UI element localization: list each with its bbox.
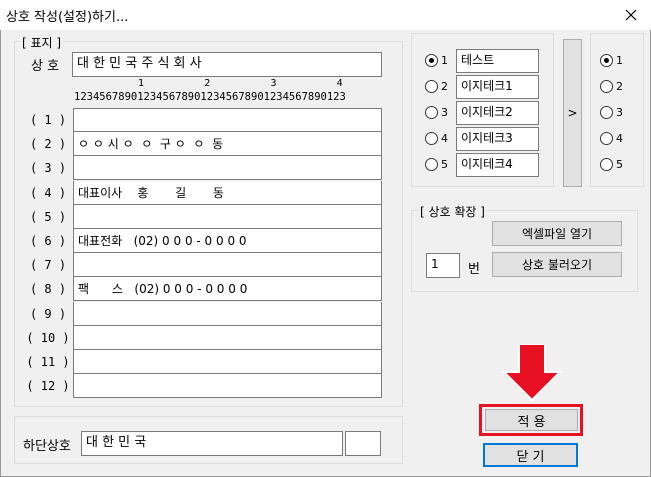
row-input-11[interactable] <box>73 350 382 374</box>
close-icon <box>625 9 637 21</box>
target-radio-4[interactable] <box>600 131 613 145</box>
row-input-1[interactable] <box>73 108 382 132</box>
preset-radio-4[interactable] <box>425 131 438 145</box>
preset-option-4[interactable]: 4 <box>425 128 448 148</box>
preset-name-field-1[interactable]: 테스트 <box>456 49 539 73</box>
target-number: 4 <box>616 131 623 145</box>
bottom-company-extra-field[interactable] <box>345 431 381 456</box>
bottom-company-field[interactable]: 대 한 민 국 <box>81 431 343 456</box>
row-label-9: ( 9 ) <box>29 307 67 321</box>
preset-radio-2[interactable] <box>425 79 438 93</box>
preset-name-field-5[interactable]: 이지테크4 <box>456 153 539 177</box>
target-number: 2 <box>616 79 623 93</box>
row-input-4[interactable]: 대표이사 홍 길 동 <box>73 181 382 205</box>
target-option-1[interactable]: 1 <box>600 50 623 70</box>
preset-radio-1[interactable] <box>425 53 438 67</box>
open-excel-button[interactable]: 엑셀파일 열기 <box>492 221 622 246</box>
preset-option-3[interactable]: 3 <box>425 102 448 122</box>
row-input-8[interactable]: 팩 스 (02) 0 0 0 - 0 0 0 0 <box>73 277 382 301</box>
load-company-button[interactable]: 상호 불러오기 <box>492 252 622 277</box>
row-input-3[interactable] <box>73 156 382 180</box>
preset-option-1[interactable]: 1 <box>425 50 448 70</box>
header-group-legend: [ 표지 ] <box>20 34 64 51</box>
target-number: 1 <box>616 53 623 67</box>
preset-option-2[interactable]: 2 <box>425 76 448 96</box>
target-option-3[interactable]: 3 <box>600 102 623 122</box>
preset-number: 1 <box>441 53 448 67</box>
window-title: 상호 작성(설정)하기... <box>6 10 129 25</box>
target-radio-1[interactable] <box>600 53 613 67</box>
target-radio-5[interactable] <box>600 157 613 171</box>
dialog-body: [ 표지 ] 상 호 대 한 민 국 주 식 회 사 1 2 3 4 12345… <box>0 30 651 477</box>
close-button[interactable]: 닫 기 <box>483 443 578 467</box>
target-number: 3 <box>616 105 623 119</box>
row-label-10: ( 10 ) <box>26 331 70 345</box>
copy-preset-arrow-button[interactable]: > <box>563 39 582 187</box>
target-radio-2[interactable] <box>600 79 613 93</box>
target-option-4[interactable]: 4 <box>600 128 623 148</box>
preset-number: 3 <box>441 105 448 119</box>
preset-option-5[interactable]: 5 <box>425 154 448 174</box>
row-label-6: ( 6 ) <box>29 234 67 248</box>
preset-name-field-4[interactable]: 이지테크3 <box>456 127 539 151</box>
target-option-5[interactable]: 5 <box>600 154 623 174</box>
apply-button[interactable]: 적 용 <box>485 409 578 431</box>
row-label-4: ( 4 ) <box>29 186 67 200</box>
company-label: 상 호 <box>31 59 60 74</box>
row-label-3: ( 3 ) <box>29 161 67 175</box>
column-ruler-tens: 1 2 3 4 <box>138 78 343 89</box>
number-suffix-label: 번 <box>468 262 480 277</box>
row-label-11: ( 11 ) <box>26 355 70 369</box>
preset-number: 2 <box>441 79 448 93</box>
extension-group-legend: [ 상호 확장 ] <box>418 203 487 220</box>
row-label-7: ( 7 ) <box>29 258 67 272</box>
row-input-5[interactable] <box>73 205 382 229</box>
row-input-9[interactable] <box>73 302 382 326</box>
row-label-5: ( 5 ) <box>29 210 67 224</box>
row-label-12: ( 12 ) <box>26 379 70 393</box>
row-label-8: ( 8 ) <box>29 282 67 296</box>
down-arrow-indicator-icon <box>502 344 562 402</box>
preset-number: 5 <box>441 157 448 171</box>
row-input-10[interactable] <box>73 326 382 350</box>
preset-name-field-2[interactable]: 이지테크1 <box>456 75 539 99</box>
row-label-1: ( 1 ) <box>29 113 67 127</box>
company-name-field[interactable]: 대 한 민 국 주 식 회 사 <box>72 52 382 77</box>
title-bar: 상호 작성(설정)하기... <box>0 0 651 30</box>
preset-number-field[interactable]: 1 <box>426 253 460 278</box>
window-close-button[interactable] <box>611 0 651 30</box>
row-input-6[interactable]: 대표전화 (02) 0 0 0 - 0 0 0 0 <box>73 229 382 253</box>
preset-radio-5[interactable] <box>425 157 438 171</box>
bottom-company-label: 하단상호 <box>23 439 71 454</box>
target-number: 5 <box>616 157 623 171</box>
row-input-12[interactable] <box>73 374 382 398</box>
target-option-2[interactable]: 2 <box>600 76 623 96</box>
target-radio-3[interactable] <box>600 105 613 119</box>
preset-number: 4 <box>441 131 448 145</box>
preset-name-field-3[interactable]: 이지테크2 <box>456 101 539 125</box>
preset-radio-3[interactable] <box>425 105 438 119</box>
row-input-7[interactable] <box>73 253 382 277</box>
column-ruler-units: 1234567890123456789012345678901234567890… <box>74 91 346 103</box>
row-input-2[interactable]: ㅇ ㅇ 시 ㅇ ㅇ 구 ㅇ ㅇ 동 <box>73 132 382 156</box>
row-label-2: ( 2 ) <box>29 137 67 151</box>
